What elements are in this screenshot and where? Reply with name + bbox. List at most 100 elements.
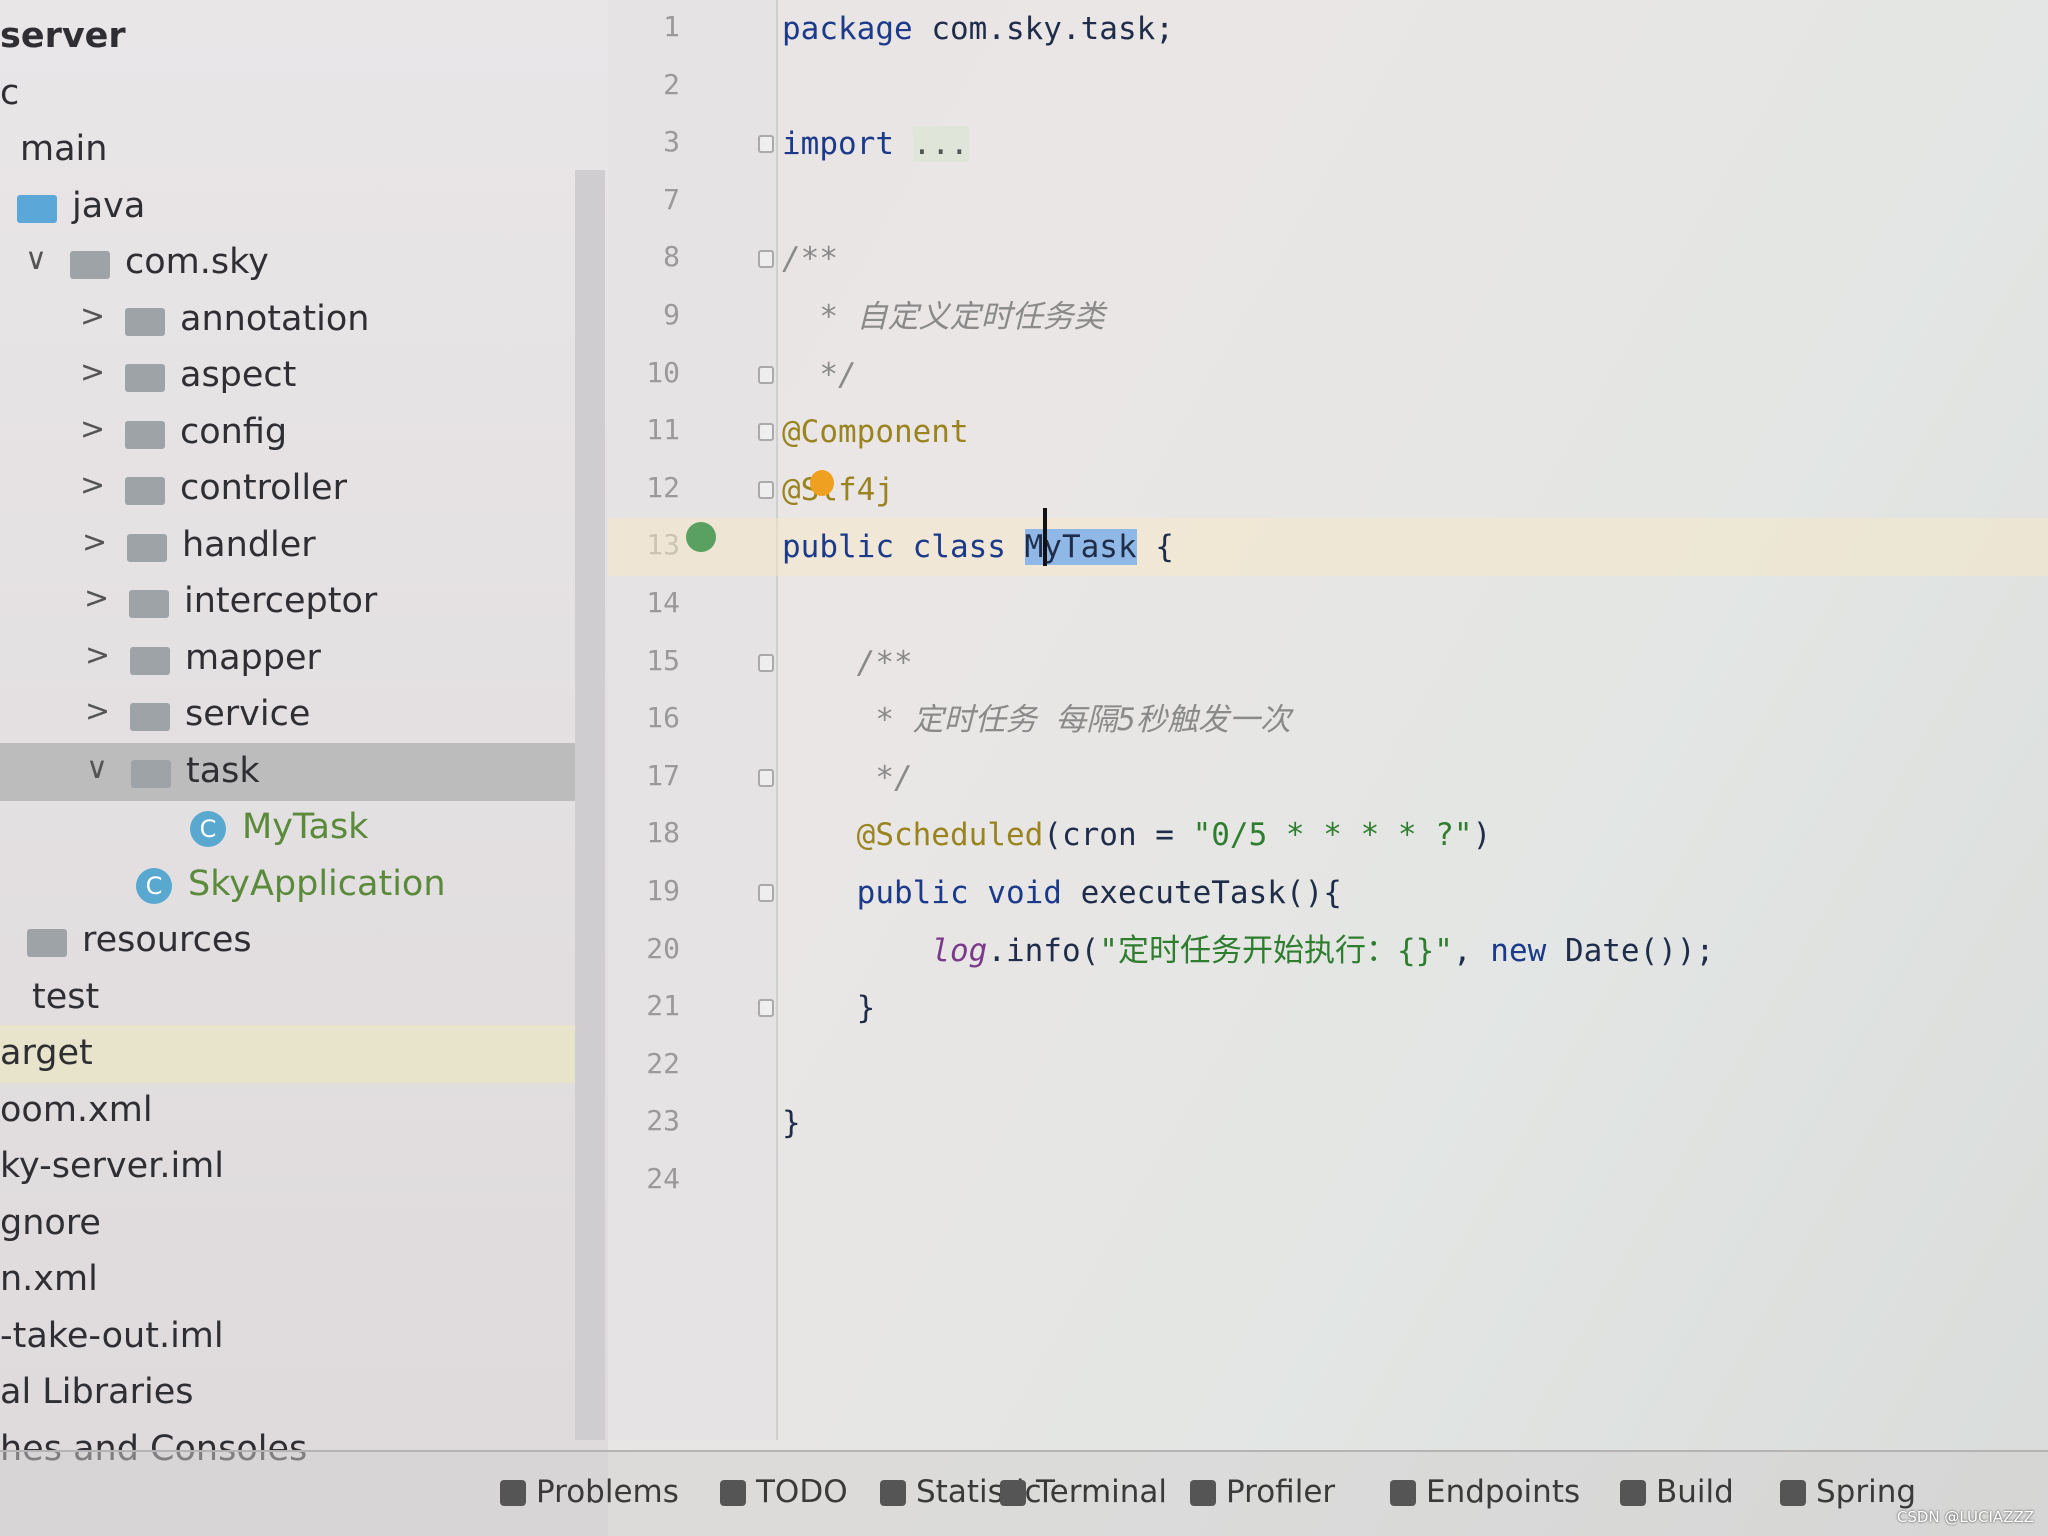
- chevron-right-icon[interactable]: >: [80, 412, 105, 447]
- code-line[interactable]: log.info("定时任务开始执行：{}", new Date());: [782, 922, 1714, 980]
- code-line[interactable]: */: [782, 346, 857, 404]
- chevron-down-icon[interactable]: ∨: [86, 751, 108, 786]
- code-token: */: [782, 356, 857, 393]
- tree-item-config[interactable]: > config: [0, 404, 575, 462]
- chevron-right-icon[interactable]: >: [85, 638, 110, 673]
- code-line[interactable]: /**: [782, 230, 838, 288]
- tree-item-label: n.xml: [0, 1259, 98, 1299]
- code-line[interactable]: import ...: [782, 115, 969, 173]
- line-number: 18: [646, 816, 680, 850]
- tool-window-endpoints[interactable]: Endpoints: [1390, 1474, 1580, 1510]
- tree-item-aspect[interactable]: > aspect: [0, 347, 575, 405]
- code-line[interactable]: */: [782, 749, 912, 807]
- text-caret: [1043, 508, 1047, 566]
- fold-marker-icon[interactable]: [758, 423, 774, 442]
- tool-window-spring[interactable]: Spring: [1780, 1474, 1916, 1510]
- tree-item-server[interactable]: server: [0, 8, 575, 66]
- code-token: ): [1472, 817, 1492, 854]
- tool-window-profiler[interactable]: Profiler: [1190, 1474, 1335, 1510]
- tool-window-todo[interactable]: TODO: [720, 1474, 848, 1510]
- spring-bean-gutter-icon[interactable]: [686, 522, 716, 552]
- bottom-tool-window-bar: Problems TODO Statistic Terminal Profiler End…: [0, 1450, 2048, 1536]
- tree-item-gnore[interactable]: gnore: [0, 1195, 575, 1253]
- tree-item-handler[interactable]: > handler: [0, 517, 575, 575]
- tree-item-task[interactable]: ∨ task: [0, 742, 575, 801]
- code-line[interactable]: * 定时任务 每隔5秒触发一次: [782, 691, 1291, 749]
- tree-item-c[interactable]: c: [0, 65, 575, 123]
- tree-item-main[interactable]: main: [0, 121, 575, 179]
- code-token: @Component: [782, 414, 969, 451]
- tree-item-ky-server-iml[interactable]: ky-server.iml: [0, 1138, 575, 1196]
- fold-marker-icon[interactable]: [758, 999, 774, 1018]
- fold-marker-icon[interactable]: [758, 884, 774, 902]
- code-line[interactable]: }: [782, 1094, 801, 1152]
- tool-window-build[interactable]: Build: [1620, 1474, 1734, 1510]
- tool-window-problems[interactable]: Problems: [500, 1474, 679, 1510]
- fold-marker-icon[interactable]: [758, 768, 774, 787]
- chevron-right-icon[interactable]: >: [84, 581, 109, 616]
- line-number: 3: [663, 125, 680, 159]
- tree-item-service[interactable]: > service: [0, 686, 575, 744]
- tree-item-al-libraries[interactable]: al Libraries: [0, 1364, 575, 1422]
- tree-item-resources[interactable]: resources: [0, 912, 575, 970]
- folder-icon: [17, 194, 57, 223]
- chevron-right-icon[interactable]: >: [82, 525, 107, 560]
- tool-window-terminal[interactable]: Terminal: [1000, 1474, 1167, 1510]
- folder-icon: [125, 307, 165, 336]
- line-number: 8: [663, 240, 680, 274]
- sidebar-scrollbar[interactable]: [575, 170, 605, 1440]
- code-line[interactable]: public void executeTask(){: [782, 864, 1342, 922]
- code-line[interactable]: @Slf4j: [782, 461, 894, 519]
- folder-icon: [27, 929, 67, 957]
- watermark: CSDN @LUCIAZZZ: [1896, 1508, 2034, 1526]
- code-token: "定时任务开始执行：{}": [1099, 932, 1453, 969]
- code-token: new: [1490, 932, 1565, 969]
- tree-item-com-sky[interactable]: ∨ com.sky: [0, 234, 575, 292]
- tree-item-label: aspect: [180, 355, 297, 395]
- tree-item-label: oom.xml: [0, 1089, 153, 1130]
- code-line[interactable]: /**: [782, 634, 913, 692]
- fold-marker-icon[interactable]: [758, 480, 774, 499]
- tree-item-test[interactable]: test: [0, 969, 575, 1027]
- fold-marker-icon[interactable]: [758, 365, 774, 384]
- tree-item-controller[interactable]: > controller: [0, 460, 575, 518]
- tree-item-interceptor[interactable]: > interceptor: [0, 573, 575, 631]
- tree-item-arget[interactable]: arget: [0, 1025, 575, 1083]
- chevron-right-icon[interactable]: >: [85, 694, 110, 729]
- code-token: ...: [912, 126, 969, 163]
- tree-item-label: java: [72, 185, 146, 226]
- chevron-down-icon[interactable]: ∨: [25, 242, 47, 277]
- code-token: "0/5 * * * * ?": [1192, 817, 1473, 854]
- tree-item-label: handler: [182, 524, 316, 565]
- tree-item-annotation[interactable]: > annotation: [0, 291, 575, 349]
- code-line[interactable]: @Scheduled(cron = "0/5 * * * * ?"): [782, 806, 1492, 864]
- line-number: 11: [646, 413, 680, 447]
- code-line[interactable]: package com.sky.task;: [782, 0, 1174, 58]
- code-line[interactable]: }: [782, 979, 876, 1037]
- code-token: .info(: [987, 932, 1100, 969]
- line-number: 24: [646, 1162, 680, 1195]
- code-token: MyTask: [1024, 529, 1137, 566]
- folder-icon: [130, 646, 170, 675]
- chevron-right-icon[interactable]: >: [80, 355, 105, 390]
- fold-marker-icon[interactable]: [758, 250, 774, 269]
- folder-icon: [125, 364, 165, 392]
- tool-window-label: Endpoints: [1426, 1474, 1581, 1510]
- code-line[interactable]: @Component: [782, 403, 969, 461]
- line-number: 15: [646, 643, 680, 677]
- fold-marker-icon[interactable]: [758, 135, 774, 154]
- code-line[interactable]: public class MyTask {: [608, 518, 2048, 577]
- tree-item-n-xml[interactable]: n.xml: [0, 1251, 575, 1309]
- tree-item-skyapplication[interactable]: C SkyApplication: [0, 856, 575, 914]
- tree-item-mapper[interactable]: > mapper: [0, 630, 575, 688]
- lightbulb-icon[interactable]: [810, 470, 834, 496]
- chevron-right-icon[interactable]: >: [80, 468, 105, 503]
- tree-item-oom-xml[interactable]: oom.xml: [0, 1082, 575, 1140]
- fold-marker-icon[interactable]: [758, 653, 774, 672]
- hammer-icon: [1620, 1480, 1646, 1506]
- tree-item--take-out-iml[interactable]: -take-out.iml: [0, 1308, 575, 1366]
- tree-item-java[interactable]: java: [0, 178, 575, 236]
- tree-item-mytask[interactable]: C MyTask: [0, 799, 575, 857]
- code-line[interactable]: * 自定义定时任务类: [782, 288, 1104, 346]
- chevron-right-icon[interactable]: >: [80, 299, 105, 334]
